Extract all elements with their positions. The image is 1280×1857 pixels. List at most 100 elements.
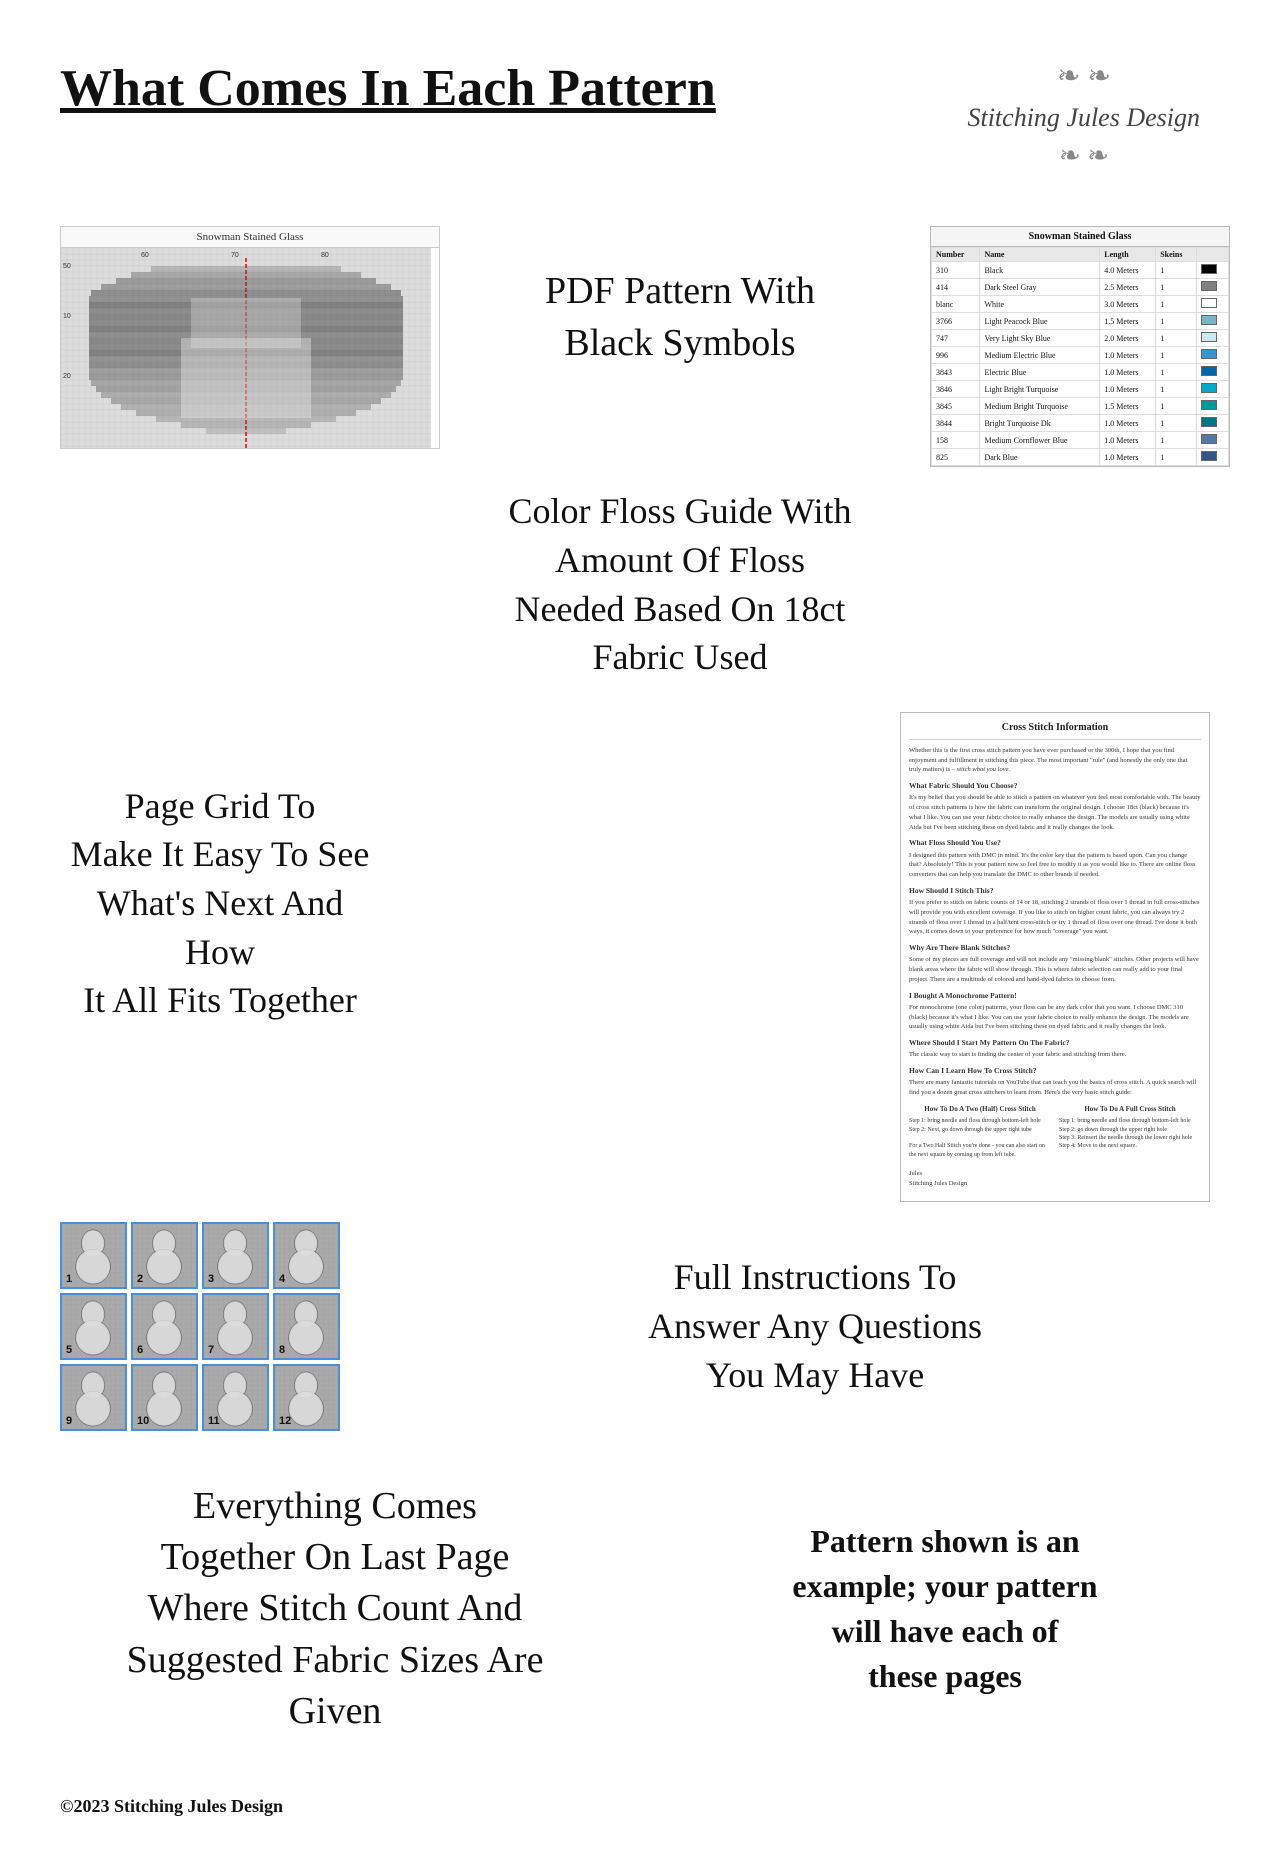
floss-row: 3843 Electric Blue 1.0 Meters 1 (932, 364, 1229, 381)
page-thumb-number: 10 (137, 1415, 149, 1427)
page-thumb-number: 1 (66, 1273, 72, 1285)
page-thumb: 10 (131, 1364, 198, 1431)
bottom-section: Everything ComesTogether On Last PageWhe… (60, 1481, 1220, 1737)
floss-row: 996 Medium Electric Blue 1.0 Meters 1 (932, 347, 1229, 364)
floss-color-swatch (1196, 364, 1228, 381)
instr-p-mono: For monochrome (one color) patterns, you… (909, 1003, 1201, 1032)
floss-skeins: 1 (1156, 313, 1196, 330)
floss-row: 747 Very Light Sky Blue 2.0 Meters 1 (932, 330, 1229, 347)
floss-guide: Snowman Stained Glass Number Name Length… (930, 226, 1230, 467)
floss-length: 1.0 Meters (1100, 381, 1156, 398)
instr-p-floss: I designed this pattern with DMC in mind… (909, 851, 1201, 880)
instr-p-start: The classic way to start is finding the … (909, 1050, 1201, 1060)
floss-row: 825 Dark Blue 1.0 Meters 1 (932, 449, 1229, 466)
floss-row: 3846 Light Bright Turquoise 1.0 Meters 1 (932, 381, 1229, 398)
instr-h-fabric: What Fabric Should You Choose? (909, 780, 1201, 791)
svg-text:10: 10 (63, 313, 71, 320)
svg-text:20: 20 (63, 373, 71, 380)
instr-h-mono: I Bought A Monochrome Pattern! (909, 990, 1201, 1001)
floss-skeins: 1 (1156, 415, 1196, 432)
floss-row: 414 Dark Steel Gray 2.5 Meters 1 (932, 279, 1229, 296)
col-color (1196, 248, 1228, 262)
instr-p-fabric: It's my belief that you should be able t… (909, 793, 1201, 832)
floss-guide-title: Snowman Stained Glass (931, 227, 1229, 247)
floss-number: 3766 (932, 313, 980, 330)
page-container: What Comes In Each Pattern ❧ ❧ Stitching… (0, 0, 1280, 1857)
page-thumb-number: 4 (279, 1273, 285, 1285)
floss-number: 825 (932, 449, 980, 466)
stitch-right-title: How To Do A Full Cross Stitch (1059, 1104, 1201, 1115)
floss-color-swatch (1196, 415, 1228, 432)
pattern-image: Snowman Stained Glass // Inline SVG grid… (60, 226, 440, 449)
floss-name: White (980, 296, 1100, 313)
floss-color-swatch (1196, 381, 1228, 398)
instr-signature: JulesStitching Jules Design (909, 1169, 1201, 1189)
instr-p-how: If you prefer to stitch on fabric counts… (909, 898, 1201, 937)
instr-h-floss: What Floss Should You Use? (909, 837, 1201, 848)
footer: ©2023 Stitching Jules Design (60, 1796, 283, 1817)
floss-color-swatch (1196, 296, 1228, 313)
instr-h-start: Where Should I Start My Pattern On The F… (909, 1037, 1201, 1048)
page-thumb: 6 (131, 1293, 198, 1360)
floss-table-body: 310 Black 4.0 Meters 1 414 Dark Steel Gr… (932, 262, 1229, 466)
page-title: What Comes In Each Pattern (60, 60, 716, 117)
floss-table: Number Name Length Skeins 310 Black 4.0 … (931, 247, 1229, 466)
page-thumb-number: 12 (279, 1415, 291, 1427)
floss-name: Black (980, 262, 1100, 279)
svg-text:50: 50 (63, 263, 71, 270)
example-note-text: Pattern shown is anexample; your pattern… (670, 1519, 1220, 1698)
col-length: Length (1100, 248, 1156, 262)
floss-number: 3845 (932, 398, 980, 415)
svg-text:60: 60 (141, 252, 149, 259)
floss-row: 158 Medium Cornflower Blue 1.0 Meters 1 (932, 432, 1229, 449)
full-instructions-col: Full Instructions ToAnswer Any Questions… (410, 1243, 1220, 1409)
svg-text:❧ ❧: ❧ ❧ (1057, 61, 1111, 92)
floss-number: 747 (932, 330, 980, 347)
floss-number: 3843 (932, 364, 980, 381)
svg-text:70: 70 (231, 252, 239, 259)
floss-number: 158 (932, 432, 980, 449)
floss-row: 310 Black 4.0 Meters 1 (932, 262, 1229, 279)
floss-length: 4.0 Meters (1100, 262, 1156, 279)
floss-skeins: 1 (1156, 279, 1196, 296)
floss-color-swatch (1196, 449, 1228, 466)
page-thumb: 2 (131, 1222, 198, 1289)
floss-color-swatch (1196, 432, 1228, 449)
floss-color-swatch (1196, 313, 1228, 330)
brand-logo: ❧ ❧ Stitching Jules Design ❧ ❧ (947, 40, 1220, 186)
floss-number: 310 (932, 262, 980, 279)
floss-length: 1.0 Meters (1100, 347, 1156, 364)
floss-number: blanc (932, 296, 980, 313)
floss-number: 3846 (932, 381, 980, 398)
floss-skeins: 1 (1156, 381, 1196, 398)
svg-text:80: 80 (321, 252, 329, 259)
page-thumb-number: 8 (279, 1344, 285, 1356)
floss-length: 1.0 Meters (1100, 364, 1156, 381)
floss-length: 1.5 Meters (1100, 313, 1156, 330)
full-instructions-text: Full Instructions ToAnswer Any Questions… (410, 1243, 1220, 1409)
page-thumb: 3 (202, 1222, 269, 1289)
color-floss-text: Color Floss Guide WithAmount Of FlossNee… (430, 477, 930, 691)
floss-row: 3845 Medium Bright Turquoise 1.5 Meters … (932, 398, 1229, 415)
page-thumb-number: 6 (137, 1344, 143, 1356)
floss-length: 1.5 Meters (1100, 398, 1156, 415)
stitch-col-left: How To Do A Two (Half) Cross Stitch Step… (909, 1104, 1051, 1163)
floss-length: 1.0 Meters (1100, 415, 1156, 432)
floss-color-swatch (1196, 262, 1228, 279)
pattern-image-col: Snowman Stained Glass // Inline SVG grid… (60, 226, 430, 449)
page-thumbs-col: 123456789101112 (60, 1222, 370, 1431)
floss-skeins: 1 (1156, 364, 1196, 381)
page-thumb: 1 (60, 1222, 127, 1289)
instr-h-blank: Why Are There Blank Stitches? (909, 942, 1201, 953)
floss-number: 414 (932, 279, 980, 296)
page-thumb-number: 7 (208, 1344, 214, 1356)
page-thumb-number: 11 (208, 1415, 220, 1427)
stitch-right-steps: Step 1: bring needle and floss through b… (1059, 1117, 1201, 1151)
floss-skeins: 1 (1156, 449, 1196, 466)
svg-text:❧ ❧: ❧ ❧ (1059, 141, 1109, 170)
everything-together-text: Everything ComesTogether On Last PageWhe… (60, 1481, 610, 1737)
ornament-top-svg: ❧ ❧ (984, 50, 1184, 100)
floss-skeins: 1 (1156, 330, 1196, 347)
header: What Comes In Each Pattern ❧ ❧ Stitching… (60, 40, 1220, 186)
floss-name: Electric Blue (980, 364, 1100, 381)
